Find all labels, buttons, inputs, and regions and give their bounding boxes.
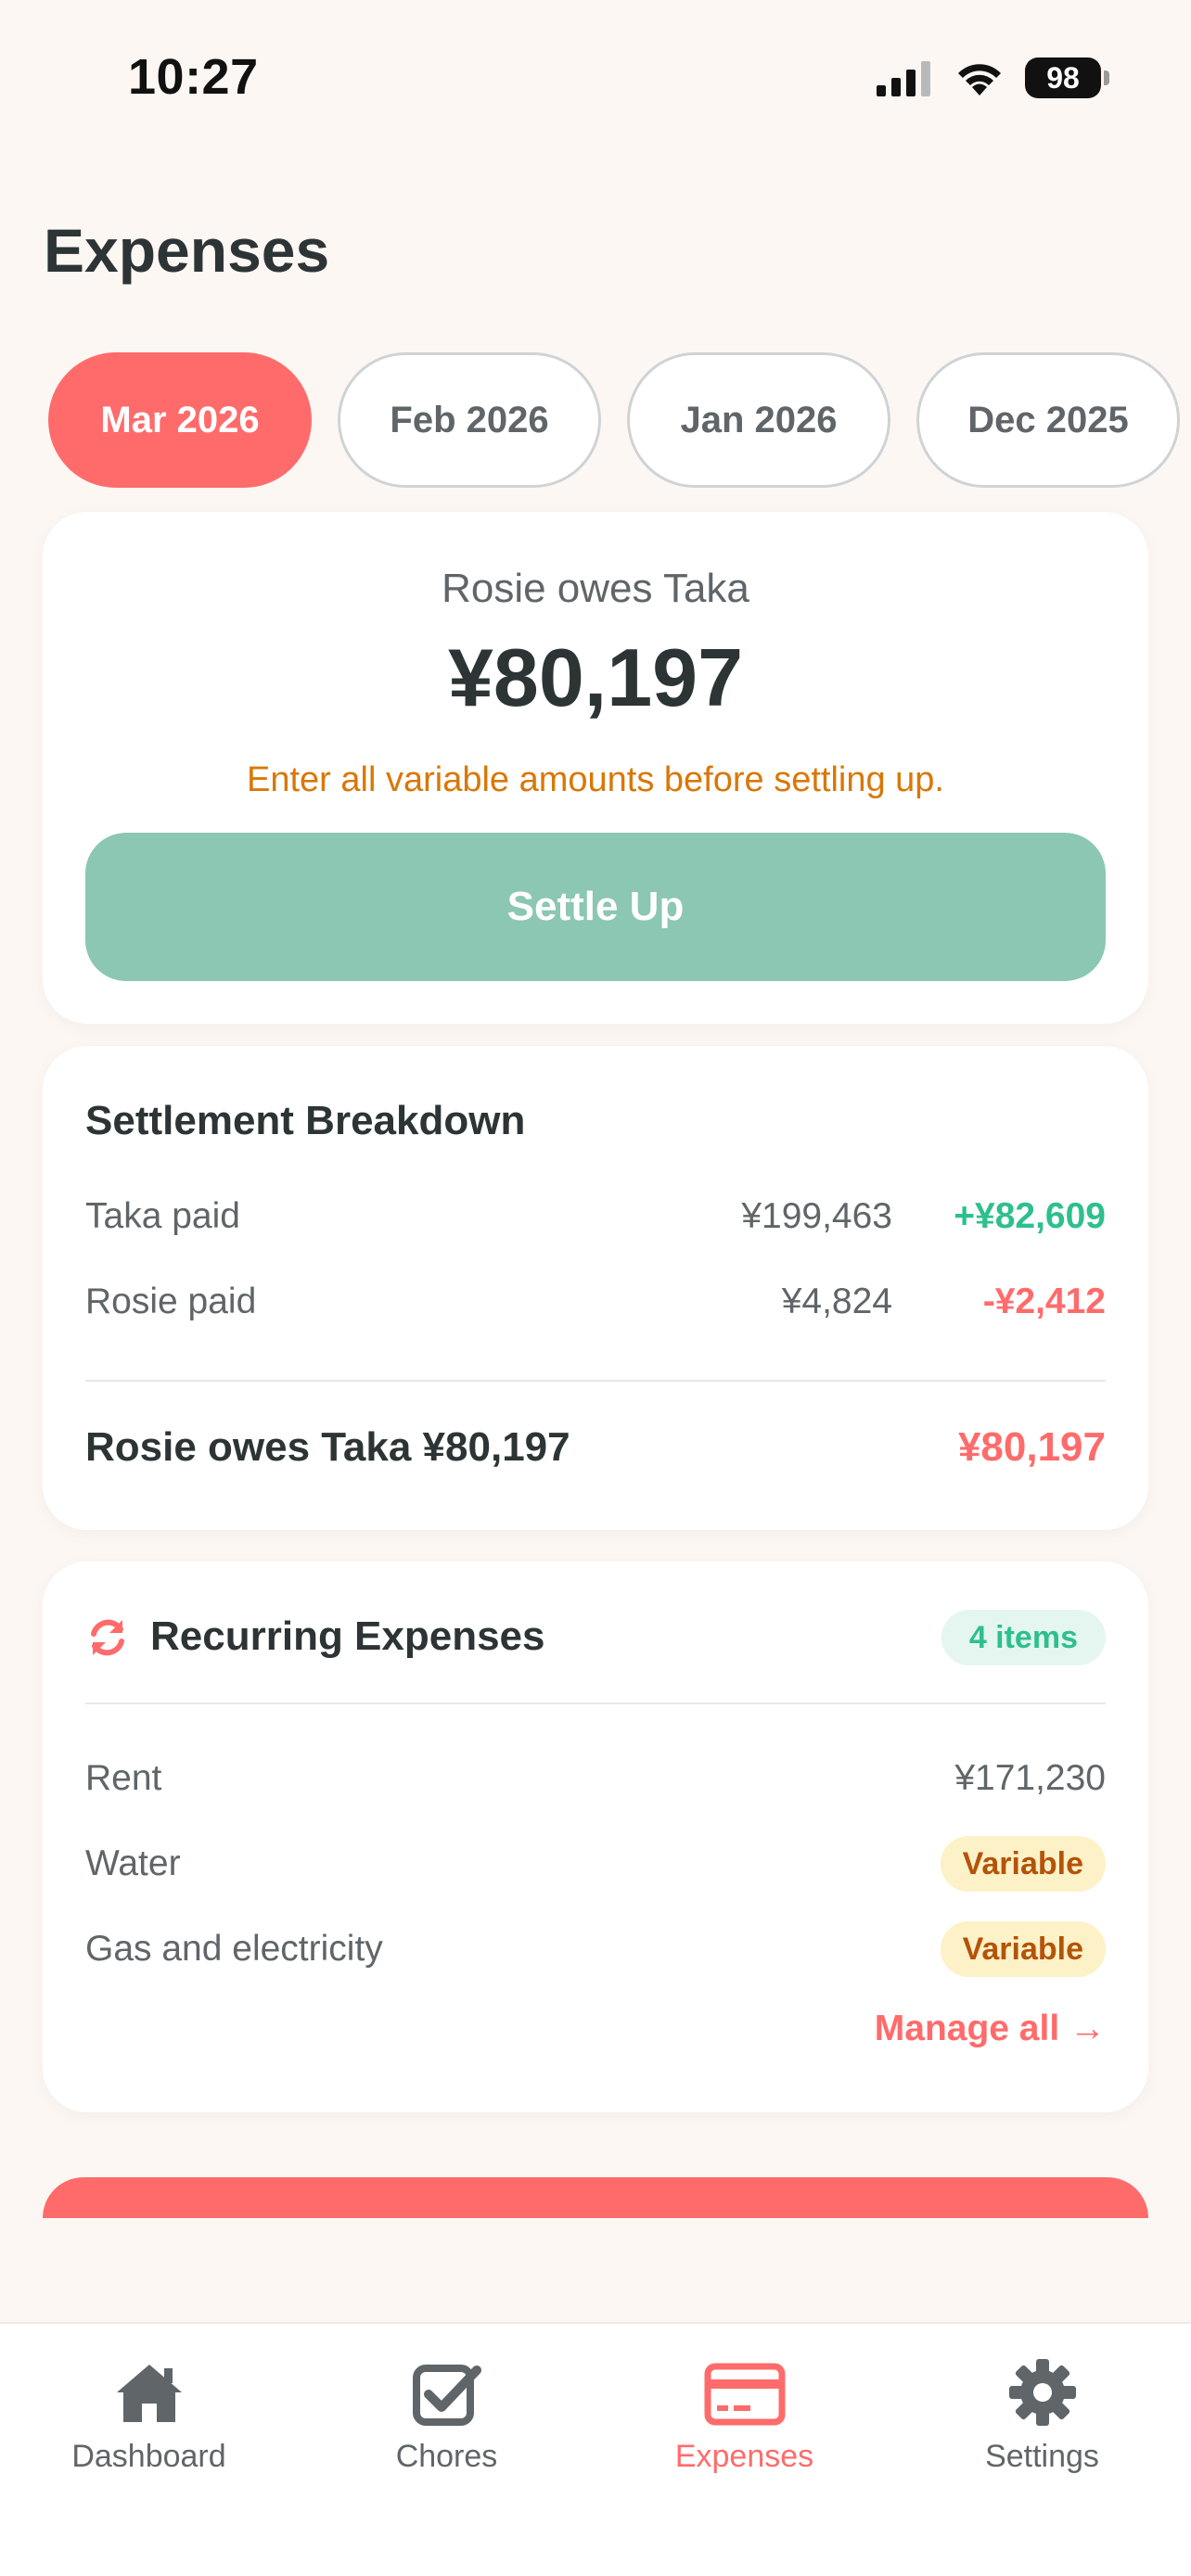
variable-badge: Variable [940,1836,1106,1892]
breakdown-row-label: Rosie paid [85,1282,257,1321]
tab-settings[interactable]: Settings [893,2352,1191,2491]
month-chip-jan-2026[interactable]: Jan 2026 [627,352,890,488]
status-bar: 10:27 98 [0,0,1191,158]
battery-level: 98 [1025,57,1101,98]
month-selector: Mar 2026 Feb 2026 Jan 2026 Dec 2025 [48,352,1180,488]
signal-icon [877,61,930,96]
balance-label: Rosie owes Taka [442,566,749,611]
status-time: 10:27 [128,49,259,105]
balance-card: Rosie owes Taka ¥80,197 Enter all variab… [43,512,1148,1024]
recurring-item[interactable]: Gas and electricity Variable [85,1921,1106,1979]
breakdown-row-paid: ¥199,463 [741,1196,892,1236]
home-icon [116,2365,182,2422]
credit-card-icon [704,2363,785,2426]
recurring-expenses-card: Recurring Expenses 4 items Rent ¥171,230… [43,1562,1148,2112]
recurring-item-label: Rent [85,1758,162,1798]
tab-bar: Dashboard Chores Expenses Settings [0,2322,1191,2576]
breakdown-title: Settlement Breakdown [85,1098,526,1143]
battery-icon: 98 [1025,57,1109,98]
breakdown-row: Rosie paid ¥4,824 -¥2,412 [85,1282,1106,1337]
tab-chores[interactable]: Chores [298,2352,596,2491]
tab-dashboard[interactable]: Dashboard [0,2352,298,2491]
recurring-item-label: Gas and electricity [85,1929,383,1969]
refresh-icon [91,1619,124,1656]
items-count-badge: 4 items [941,1610,1106,1665]
breakdown-total-label: Rosie owes Taka ¥80,197 [85,1424,570,1470]
manage-all-link[interactable]: Manage all → [875,2009,1106,2049]
month-chip-mar-2026[interactable]: Mar 2026 [48,352,312,488]
tab-label: Expenses [674,2439,814,2474]
breakdown-row-delta: -¥2,412 [982,1282,1106,1321]
tab-label: Settings [985,2439,1099,2474]
checkbox-icon [412,2365,481,2426]
settle-warning: Enter all variable amounts before settli… [247,760,944,799]
settlement-breakdown-card: Settlement Breakdown Taka paid ¥199,463 … [43,1046,1148,1530]
month-chip-dec-2025[interactable]: Dec 2025 [916,352,1180,488]
breakdown-total-value: ¥80,197 [957,1424,1106,1470]
add-expense-button[interactable] [43,2177,1148,2218]
month-chip-feb-2026[interactable]: Feb 2026 [338,352,601,488]
settle-up-button[interactable]: Settle Up [85,833,1106,981]
recurring-item[interactable]: Rent ¥171,230 [85,1751,1106,1808]
status-icons: 98 [877,57,1109,98]
divider [85,1702,1106,1704]
breakdown-row-delta: +¥82,609 [954,1196,1106,1236]
variable-badge: Variable [940,1921,1106,1977]
breakdown-row: Taka paid ¥199,463 +¥82,609 [85,1196,1106,1252]
breakdown-row-label: Taka paid [85,1196,240,1236]
recurring-title: Recurring Expenses [150,1613,545,1659]
expenses-screen: 10:27 98 Expenses Mar 2026 Feb 2026 Jan … [0,0,1191,2576]
tab-expenses[interactable]: Expenses [596,2352,893,2491]
tab-label: Dashboard [71,2439,226,2474]
recurring-item-label: Water [85,1843,181,1883]
tab-label: Chores [395,2439,498,2474]
breakdown-row-paid: ¥4,824 [781,1282,892,1321]
recurring-item[interactable]: Water Variable [85,1836,1106,1894]
divider [85,1380,1106,1382]
page-title: Expenses [44,216,330,285]
recurring-item-amount: ¥171,230 [954,1758,1106,1798]
gear-icon [1008,2359,1076,2426]
wifi-icon [958,64,1001,96]
balance-amount: ¥80,197 [447,631,744,723]
